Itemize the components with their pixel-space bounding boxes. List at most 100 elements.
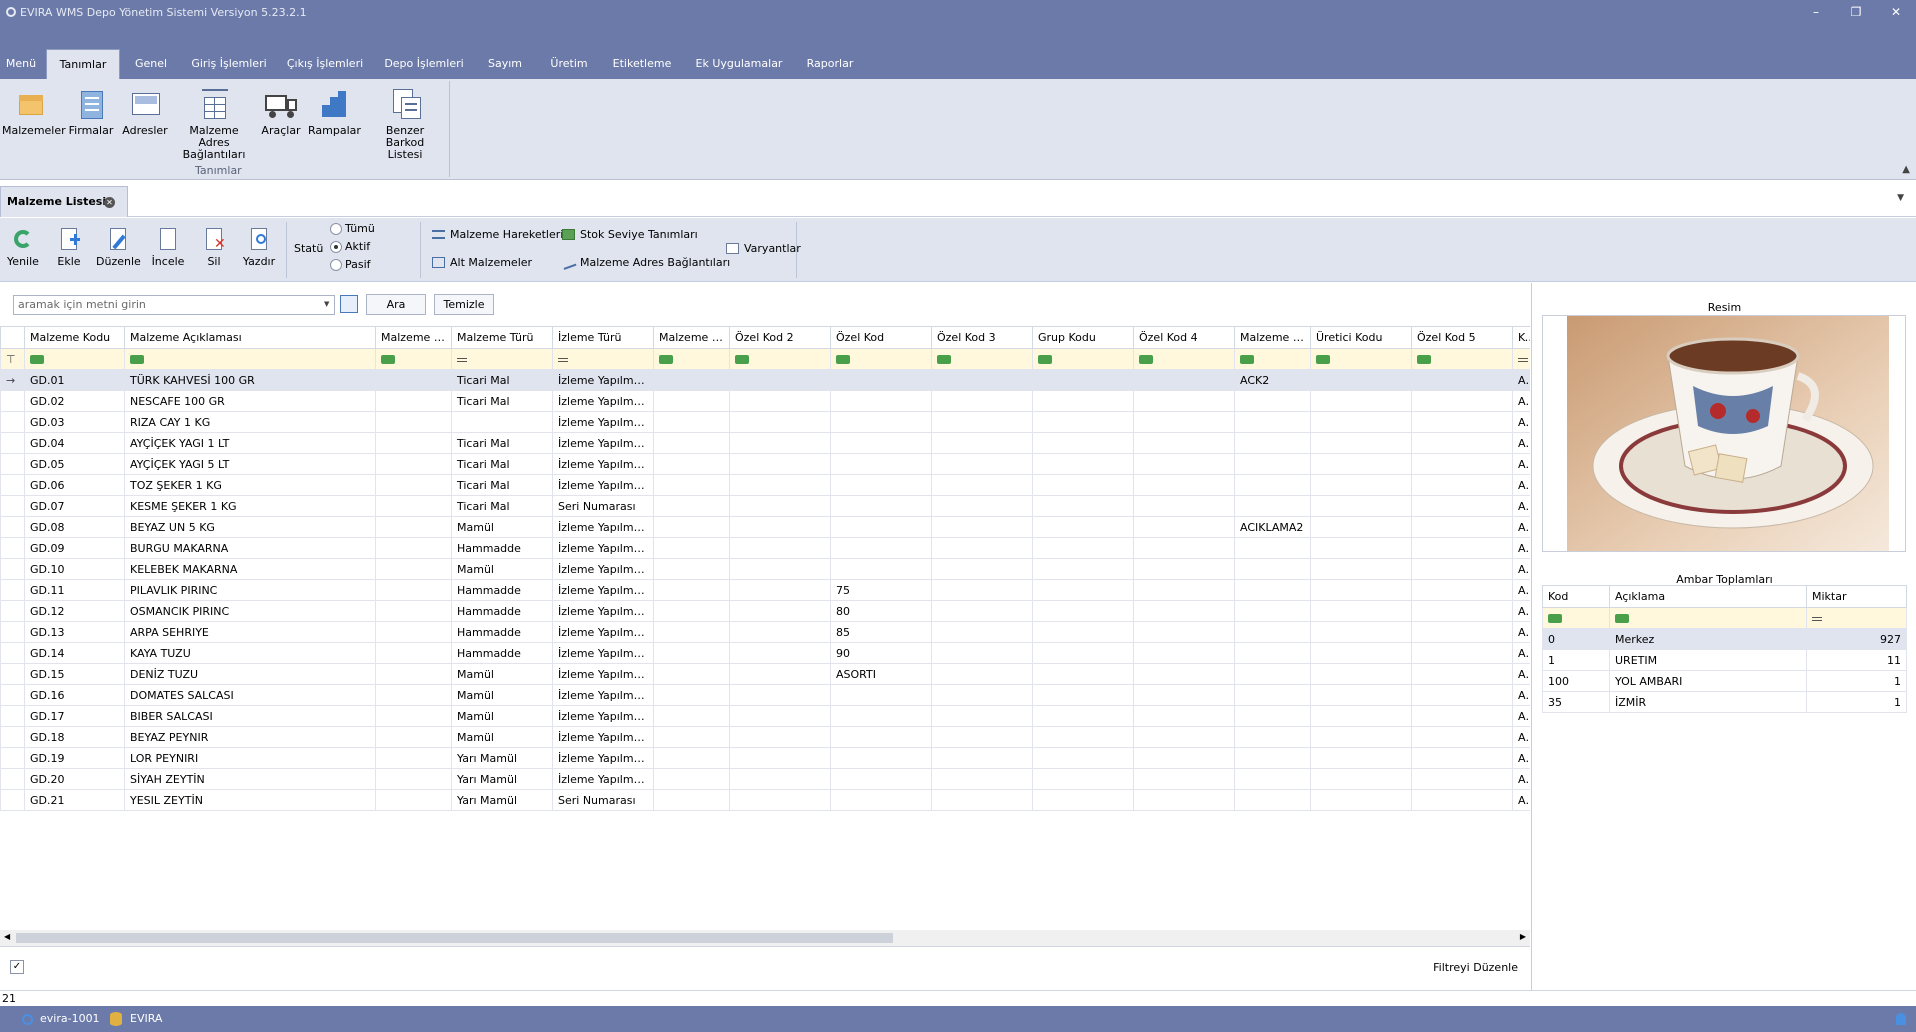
table-cell[interactable]: İzleme Yapılmay... (552, 390, 654, 412)
table-cell[interactable]: GD.20 (24, 768, 125, 790)
table-cell[interactable] (375, 663, 452, 685)
table-cell[interactable] (1133, 453, 1235, 475)
table-cell[interactable]: İzleme Yapılmay... (552, 516, 654, 538)
table-cell[interactable] (1310, 516, 1412, 538)
table-cell[interactable] (1032, 453, 1134, 475)
table-cell[interactable] (653, 684, 730, 706)
table-cell[interactable] (1032, 579, 1134, 601)
table-cell[interactable] (830, 390, 932, 412)
table-cell[interactable] (1234, 747, 1311, 769)
table-cell[interactable] (653, 579, 730, 601)
refresh-button[interactable]: Yenile (6, 226, 40, 268)
filter-cell[interactable] (1133, 348, 1235, 370)
filter-cell[interactable] (1806, 607, 1907, 629)
table-cell[interactable] (375, 747, 452, 769)
table-row[interactable]: GD.11 PILAVLIK PIRINC Hammadde İzleme Yapıl… (0, 579, 1530, 601)
table-cell[interactable] (1133, 558, 1235, 580)
table-cell[interactable] (653, 495, 730, 517)
table-cell[interactable]: AYÇİÇEK YAGI 1 LT (124, 432, 376, 454)
table-cell[interactable] (1310, 768, 1412, 790)
material-movements-link[interactable]: Malzeme Hareketleri (432, 228, 563, 241)
filter-cell[interactable] (931, 348, 1033, 370)
table-cell[interactable] (375, 453, 452, 475)
table-cell[interactable] (1133, 369, 1235, 391)
table-cell[interactable] (1032, 642, 1134, 664)
menu-item[interactable]: Genel (128, 49, 174, 79)
table-cell[interactable]: GD.14 (24, 642, 125, 664)
ribbon-button-similar-barcodes[interactable]: Benzer Barkod Listesi (366, 85, 444, 161)
minimize-button[interactable]: – (1796, 0, 1836, 24)
table-cell[interactable] (1133, 621, 1235, 643)
table-cell[interactable] (830, 474, 932, 496)
column-header[interactable]: İzleme Türü (552, 326, 654, 349)
variants-link[interactable]: Varyantlar (726, 242, 801, 255)
column-header[interactable]: Özel Kod 2 (729, 326, 831, 349)
table-cell[interactable] (653, 411, 730, 433)
scroll-right-icon[interactable]: ▶ (1520, 932, 1526, 941)
table-cell[interactable]: 1 (1806, 670, 1907, 692)
table-cell[interactable]: İzleme Yapılmay... (552, 726, 654, 748)
table-cell[interactable]: Hammadde (451, 537, 553, 559)
menu-item[interactable]: Ek Uygulamalar (692, 49, 786, 79)
table-cell[interactable]: Aktif (1512, 663, 1530, 685)
table-cell[interactable]: RIZA CAY 1 KG (124, 411, 376, 433)
column-header[interactable]: Özel Kod 5 (1411, 326, 1513, 349)
table-cell[interactable] (931, 726, 1033, 748)
filter-cell[interactable] (1032, 348, 1134, 370)
column-header[interactable]: Özel Kod 4 (1133, 326, 1235, 349)
table-cell[interactable]: Ticari Mal (451, 495, 553, 517)
table-cell[interactable] (375, 768, 452, 790)
table-cell[interactable]: Hammadde (451, 621, 553, 643)
menu-item-active[interactable]: Tanımlar (46, 49, 120, 79)
table-cell[interactable] (1032, 768, 1134, 790)
table-cell[interactable] (1310, 579, 1412, 601)
table-cell[interactable] (653, 768, 730, 790)
table-cell[interactable] (653, 474, 730, 496)
table-cell[interactable] (1234, 453, 1311, 475)
tab-material-list[interactable]: Malzeme Listesi ✕ (0, 186, 128, 217)
table-cell[interactable] (1032, 432, 1134, 454)
inspect-button[interactable]: İncele (148, 226, 188, 268)
table-cell[interactable] (653, 369, 730, 391)
menu-item[interactable]: Raporlar (800, 49, 860, 79)
ribbon-collapse-icon[interactable]: ▲ (1902, 164, 1910, 175)
table-cell[interactable] (1133, 684, 1235, 706)
table-cell[interactable]: İzleme Yapılmay... (552, 579, 654, 601)
table-cell[interactable]: GD.12 (24, 600, 125, 622)
table-cell[interactable]: İzleme Yapılmay... (552, 768, 654, 790)
table-cell[interactable]: Yarı Mamül (451, 747, 553, 769)
table-cell[interactable] (1411, 789, 1513, 811)
table-row[interactable]: GD.06 TOZ ŞEKER 1 KG Ticari Mal İzleme Yapı… (0, 474, 1530, 496)
table-cell[interactable] (1310, 642, 1412, 664)
sub-materials-link[interactable]: Alt Malzemeler (432, 256, 532, 269)
table-cell[interactable]: İzleme Yapılmay... (552, 474, 654, 496)
table-cell[interactable]: BURGU MAKARNA (124, 537, 376, 559)
table-cell[interactable]: Ticari Mal (451, 432, 553, 454)
table-cell[interactable] (931, 411, 1033, 433)
table-cell[interactable] (375, 474, 452, 496)
table-cell[interactable] (1411, 684, 1513, 706)
filter-cell[interactable] (653, 348, 730, 370)
table-cell[interactable]: İZMİR (1609, 691, 1807, 713)
warehouse-row[interactable]: 1 URETIM 11 (1542, 649, 1907, 671)
table-cell[interactable] (830, 684, 932, 706)
table-cell[interactable] (1310, 600, 1412, 622)
table-cell[interactable] (1310, 432, 1412, 454)
table-cell[interactable] (729, 684, 831, 706)
table-cell[interactable] (1032, 621, 1134, 643)
table-cell[interactable] (375, 579, 452, 601)
table-cell[interactable] (1133, 516, 1235, 538)
filter-enable-checkbox[interactable]: ✓ (10, 960, 24, 974)
table-cell[interactable] (729, 516, 831, 538)
table-cell[interactable] (830, 726, 932, 748)
table-cell[interactable] (931, 663, 1033, 685)
table-cell[interactable] (729, 411, 831, 433)
table-cell[interactable] (1310, 558, 1412, 580)
table-cell[interactable]: Hammadde (451, 600, 553, 622)
table-cell[interactable] (653, 600, 730, 622)
table-cell[interactable]: Seri Numarası (552, 789, 654, 811)
table-cell[interactable] (729, 621, 831, 643)
table-cell[interactable]: BEYAZ UN 5 KG (124, 516, 376, 538)
table-cell[interactable]: Mamül (451, 663, 553, 685)
table-cell[interactable] (375, 495, 452, 517)
